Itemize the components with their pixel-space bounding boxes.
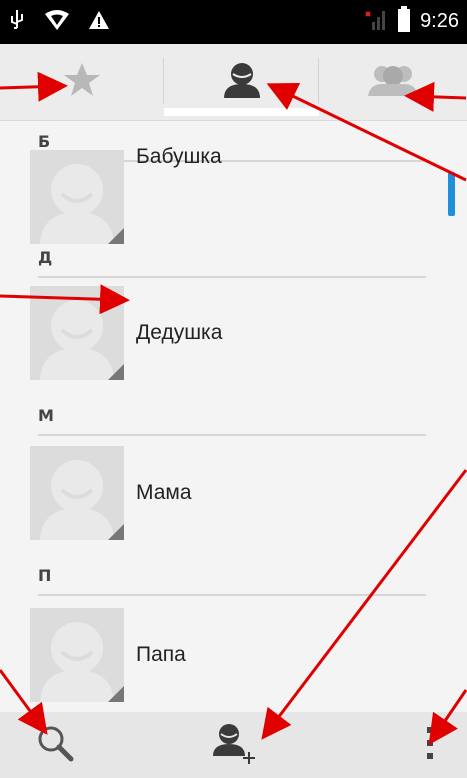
tab-bar	[0, 44, 467, 121]
status-bar: 9:26	[0, 0, 467, 44]
overflow-menu-icon	[425, 725, 435, 765]
contact-list[interactable]: Б Бабушка Д Дедушка М Мама П Папа	[0, 120, 467, 712]
bottom-action-bar	[0, 712, 467, 778]
search-button[interactable]	[0, 712, 110, 778]
person-icon	[222, 62, 262, 102]
contact-row[interactable]: Бабушка	[30, 145, 450, 244]
contact-name: Мама	[136, 481, 192, 504]
scrollbar[interactable]	[448, 172, 455, 216]
contact-row[interactable]: Папа	[30, 608, 450, 702]
avatar	[30, 446, 124, 540]
add-contact-icon	[213, 722, 257, 768]
add-contact-button[interactable]	[180, 712, 290, 778]
tab-selected-indicator	[164, 108, 319, 116]
section-header: Д	[38, 238, 426, 278]
warning-icon	[88, 10, 110, 34]
contact-name: Папа	[136, 643, 186, 666]
status-time: 9:26	[420, 9, 459, 32]
search-icon	[35, 723, 75, 767]
contact-row[interactable]: Дедушка	[30, 286, 450, 380]
usb-icon	[8, 8, 26, 36]
tab-groups[interactable]	[319, 44, 467, 120]
signal-icon	[364, 6, 388, 36]
group-icon	[366, 62, 420, 102]
contact-name: Дедушка	[136, 321, 223, 344]
battery-icon	[398, 6, 411, 36]
section-header: М	[38, 396, 426, 436]
tab-favorites[interactable]	[0, 44, 164, 120]
star-icon	[63, 62, 101, 102]
contact-row[interactable]: Мама	[30, 446, 450, 540]
section-header: П	[38, 556, 426, 596]
overflow-menu-button[interactable]	[400, 712, 460, 778]
contact-name: Бабушка	[136, 145, 222, 168]
avatar	[30, 150, 124, 244]
wifi-icon	[44, 8, 70, 36]
avatar	[30, 286, 124, 380]
avatar	[30, 608, 124, 702]
